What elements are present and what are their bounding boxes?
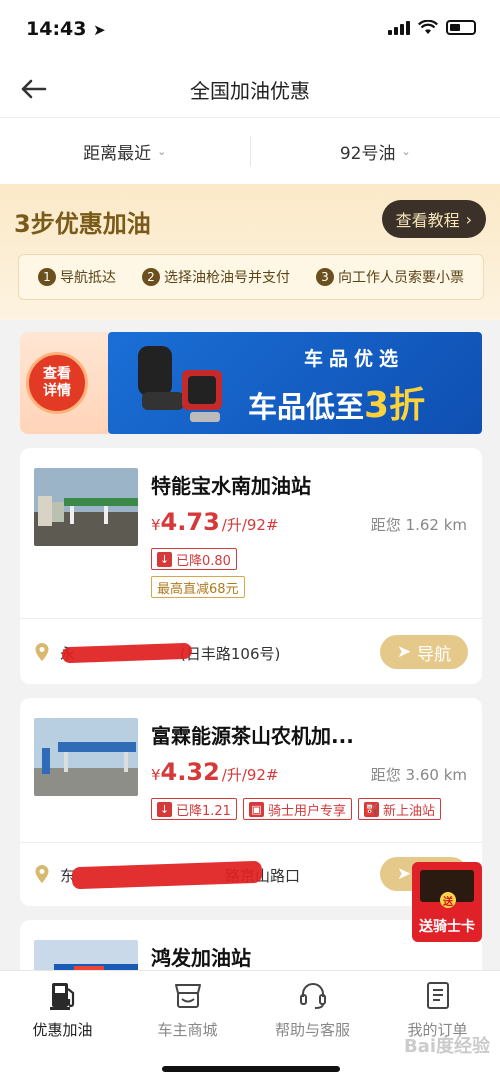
- car-seat-icon: [138, 346, 222, 422]
- ad-subtitle: 车品优选: [304, 348, 405, 370]
- tag-label: 已降0.80: [176, 553, 231, 569]
- fuel-pump-icon: [49, 983, 74, 1010]
- chevron-down-icon: ⌄: [157, 144, 167, 158]
- seal-badge: 送: [440, 892, 456, 908]
- ad-main-prefix: 车品低至: [248, 390, 365, 424]
- discount-tag: 最高直减68元: [151, 576, 245, 598]
- step-item: 3 向工作人员索要小票: [316, 267, 464, 287]
- page-title: 全国加油优惠: [190, 79, 310, 103]
- card-divider: [20, 842, 482, 843]
- station-card[interactable]: 特能宝水南加油站 ¥ 4.73 /升/92# 距您 1.62 km ↓ 已降0.…: [20, 448, 482, 684]
- ad-right-panel[interactable]: 车品优选 车品低至3折: [108, 332, 482, 434]
- tab-car-mall[interactable]: 车主商城: [125, 979, 250, 1040]
- promo-title: 3步优惠加油: [14, 210, 151, 238]
- price-value: 4.73: [160, 508, 220, 536]
- status-time-text: 14:43: [26, 18, 87, 40]
- steps-box: 1 导航抵达 2 选择油枪油号并支付 3 向工作人员索要小票: [18, 254, 484, 300]
- step-label: 向工作人员索要小票: [338, 270, 464, 286]
- step-item: 1 导航抵达: [38, 267, 116, 287]
- step-number: 1: [38, 268, 56, 286]
- station-photo: [34, 718, 138, 796]
- tag-list: ↓ 已降0.80 最高直减68元: [151, 548, 471, 598]
- status-icons: [388, 20, 476, 35]
- tab-label: 优惠加油: [32, 1021, 93, 1039]
- rider-exclusive-tag: ▣ 骑士用户专享: [242, 798, 352, 820]
- ad-main-text: 车品低至3折: [248, 376, 425, 428]
- status-bar: 14:43 ➤: [0, 0, 500, 60]
- filter-bar: 距离最近 ⌄ 92号油 ⌄: [0, 118, 500, 184]
- tag-list: ↓ 已降1.21 ▣ 骑士用户专享 ⛽ 新上油站: [151, 798, 471, 820]
- price-currency: ¥: [151, 766, 161, 784]
- price-value: 4.32: [160, 758, 220, 786]
- ad-banner[interactable]: 查看详情 车品优选 车品低至3折: [20, 332, 482, 434]
- home-indicator: [162, 1066, 340, 1072]
- fuel-filter-label: 92号油: [339, 143, 396, 164]
- chevron-down-icon: ⌄: [401, 144, 411, 158]
- step-number: 3: [316, 268, 334, 286]
- down-arrow-icon: ↓: [157, 551, 172, 567]
- tab-label: 帮助与客服: [274, 1021, 350, 1039]
- price-drop-tag: ↓ 已降1.21: [151, 798, 237, 820]
- tutorial-button[interactable]: 查看教程 ›: [381, 200, 486, 238]
- navigation-arrow-icon: ➤: [396, 642, 412, 662]
- step-label: 导航抵达: [60, 270, 116, 286]
- navigate-button[interactable]: ➤ 导航: [380, 635, 468, 669]
- new-station-tag: ⛽ 新上油站: [357, 798, 441, 820]
- tab-label: 车主商城: [157, 1021, 218, 1039]
- tab-my-orders[interactable]: 我的订单: [375, 979, 500, 1040]
- tag-label: 新上油站: [382, 803, 435, 819]
- tag-label: 已降1.21: [176, 803, 231, 819]
- price-currency: ¥: [151, 516, 161, 534]
- card-divider: [20, 618, 482, 619]
- station-name: 富霖能源茶山农机加...: [151, 724, 354, 748]
- fuel-filter[interactable]: 92号油 ⌄: [251, 139, 500, 164]
- distance: 距您 1.62 km: [370, 516, 467, 534]
- tag-label: 最高直减68元: [157, 581, 239, 597]
- wifi-icon: [418, 20, 438, 34]
- nav-bar: 全国加油优惠: [0, 60, 500, 118]
- sort-filter-label: 距离最近: [83, 143, 152, 164]
- price-drop-tag: ↓ 已降0.80: [151, 548, 237, 570]
- gift-icon: ▣: [248, 801, 264, 817]
- step-item: 2 选择油枪油号并支付: [142, 267, 290, 287]
- down-arrow-icon: ↓: [157, 801, 172, 817]
- signal-icon: [388, 20, 410, 35]
- view-details-button[interactable]: 查看详情: [26, 352, 88, 414]
- station-name: 鸿发加油站: [151, 946, 251, 970]
- location-pin-icon: [35, 865, 49, 883]
- tab-help-support[interactable]: 帮助与客服: [250, 979, 375, 1040]
- price: ¥ 4.73 /升/92#: [151, 508, 279, 536]
- shop-icon: [174, 984, 201, 1008]
- headset-icon: [299, 983, 326, 1009]
- navigation-arrow-icon: ➤: [396, 864, 412, 884]
- rider-card-label: 送骑士卡: [419, 919, 475, 935]
- location-arrow-icon: ➤: [93, 21, 106, 39]
- price-unit: /升/92#: [221, 516, 279, 534]
- order-list-icon: [426, 982, 449, 1009]
- step-number: 2: [142, 268, 160, 286]
- battery-icon: [446, 20, 476, 35]
- sort-filter[interactable]: 距离最近 ⌄: [0, 139, 250, 164]
- tutorial-button-label: 查看教程: [395, 211, 460, 230]
- ad-main-highlight: 3折: [364, 385, 426, 426]
- station-photo: [34, 468, 138, 546]
- step-label: 选择油枪油号并支付: [164, 270, 290, 286]
- rider-card-promo[interactable]: 送 送骑士卡: [412, 862, 482, 942]
- fuel-pump-icon: ⛽: [363, 801, 379, 817]
- price-unit: /升/92#: [221, 766, 279, 784]
- promo-banner: 3步优惠加油 查看教程 › 1 导航抵达 2 选择油枪油号并支付 3 向工作人员…: [0, 184, 500, 320]
- distance: 距您 3.60 km: [370, 766, 467, 784]
- price: ¥ 4.32 /升/92#: [151, 758, 279, 786]
- ad-left-panel: 查看详情: [20, 332, 110, 434]
- navigate-label: 导航: [417, 644, 452, 665]
- tag-label: 骑士用户专享: [267, 803, 346, 819]
- watermark: Bai度经验: [403, 1036, 490, 1057]
- status-time: 14:43 ➤: [26, 18, 106, 40]
- chevron-right-icon: ›: [465, 209, 472, 229]
- location-pin-icon: [35, 643, 49, 661]
- station-name: 特能宝水南加油站: [151, 474, 311, 498]
- tab-discount-fuel[interactable]: 优惠加油: [0, 979, 125, 1040]
